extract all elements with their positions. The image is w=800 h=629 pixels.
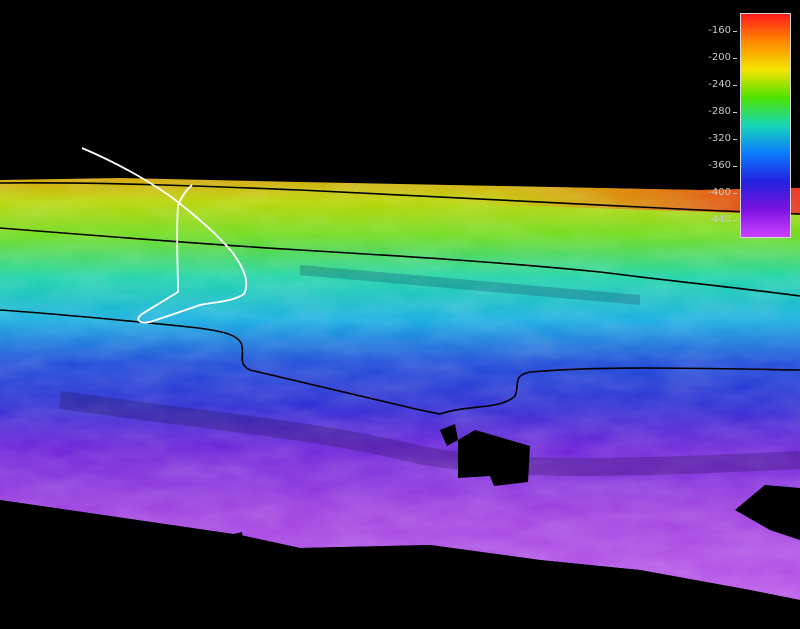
colorbar-tick-label: -240 xyxy=(671,80,737,90)
colorbar-gradient xyxy=(740,13,791,238)
colorbar-tick-label: -400 xyxy=(671,188,737,198)
bathymetry-3d-view xyxy=(0,147,800,629)
colorbar-tick-label: -200 xyxy=(671,53,737,63)
colorbar-tick-label: -280 xyxy=(671,107,737,117)
colorbar-tick-label: -440 xyxy=(671,215,737,225)
colorbar-tick-label: -320 xyxy=(671,134,737,144)
colorbar-tick-label: -160 xyxy=(671,26,737,36)
colorbar-tick-label: -360 xyxy=(671,161,737,171)
depth-colorbar: -160 -200 -240 -280 -320 -360 -400 -440 xyxy=(708,13,791,238)
